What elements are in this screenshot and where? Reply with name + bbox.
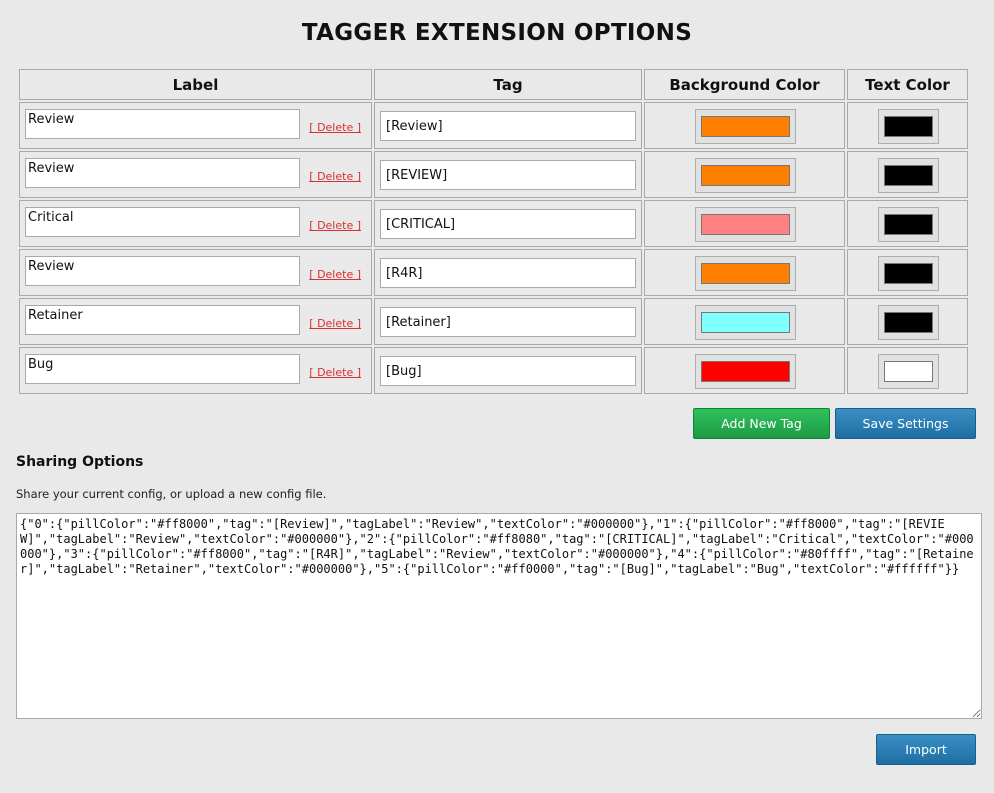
text-color-swatch: [884, 165, 933, 186]
tag-input[interactable]: [380, 160, 636, 190]
tag-cell: [374, 102, 642, 149]
background-color-swatch: [701, 214, 790, 235]
text-color-swatch: [884, 263, 933, 284]
delete-link[interactable]: [ Delete ]: [309, 170, 361, 183]
text-color-swatch: [884, 116, 933, 137]
background-color-cell: [644, 249, 845, 296]
tags-table: Label Tag Background Color Text Color [ …: [17, 67, 970, 396]
background-color-cell: [644, 102, 845, 149]
table-header-row: Label Tag Background Color Text Color: [19, 69, 968, 100]
text-color-picker[interactable]: [878, 109, 939, 144]
background-color-picker[interactable]: [695, 109, 796, 144]
table-row: [ Delete ]: [19, 249, 968, 296]
tag-input[interactable]: [380, 258, 636, 288]
table-row: [ Delete ]: [19, 151, 968, 198]
background-color-picker[interactable]: [695, 305, 796, 340]
table-row: [ Delete ]: [19, 102, 968, 149]
text-color-swatch: [884, 361, 933, 382]
table-row: [ Delete ]: [19, 298, 968, 345]
delete-link[interactable]: [ Delete ]: [309, 219, 361, 232]
tag-cell: [374, 347, 642, 394]
background-color-cell: [644, 151, 845, 198]
label-input[interactable]: [25, 354, 300, 384]
header-background-color: Background Color: [644, 69, 845, 100]
label-cell: [ Delete ]: [19, 102, 372, 149]
label-cell: [ Delete ]: [19, 151, 372, 198]
header-tag: Tag: [374, 69, 642, 100]
text-color-cell: [847, 298, 968, 345]
tag-cell: [374, 151, 642, 198]
background-color-swatch: [701, 116, 790, 137]
sharing-options-heading: Sharing Options: [16, 454, 144, 470]
background-color-picker[interactable]: [695, 354, 796, 389]
text-color-picker[interactable]: [878, 256, 939, 291]
text-color-cell: [847, 347, 968, 394]
label-cell: [ Delete ]: [19, 347, 372, 394]
label-input[interactable]: [25, 305, 300, 335]
text-color-swatch: [884, 214, 933, 235]
text-color-cell: [847, 151, 968, 198]
config-textarea[interactable]: {"0":{"pillColor":"#ff8000","tag":"[Revi…: [16, 513, 982, 719]
add-new-tag-button[interactable]: Add New Tag: [693, 408, 830, 439]
text-color-picker[interactable]: [878, 158, 939, 193]
tag-cell: [374, 249, 642, 296]
text-color-picker[interactable]: [878, 354, 939, 389]
text-color-picker[interactable]: [878, 207, 939, 242]
label-cell: [ Delete ]: [19, 298, 372, 345]
background-color-swatch: [701, 361, 790, 382]
tag-input[interactable]: [380, 356, 636, 386]
background-color-picker[interactable]: [695, 256, 796, 291]
label-input[interactable]: [25, 207, 300, 237]
label-input[interactable]: [25, 109, 300, 139]
tag-cell: [374, 298, 642, 345]
save-settings-button[interactable]: Save Settings: [835, 408, 976, 439]
tag-cell: [374, 200, 642, 247]
delete-link[interactable]: [ Delete ]: [309, 268, 361, 281]
header-label: Label: [19, 69, 372, 100]
background-color-swatch: [701, 312, 790, 333]
background-color-picker[interactable]: [695, 207, 796, 242]
label-input[interactable]: [25, 158, 300, 188]
background-color-cell: [644, 298, 845, 345]
text-color-cell: [847, 249, 968, 296]
label-input[interactable]: [25, 256, 300, 286]
text-color-swatch: [884, 312, 933, 333]
delete-link[interactable]: [ Delete ]: [309, 121, 361, 134]
label-cell: [ Delete ]: [19, 249, 372, 296]
text-color-cell: [847, 102, 968, 149]
tag-input[interactable]: [380, 111, 636, 141]
background-color-cell: [644, 200, 845, 247]
table-row: [ Delete ]: [19, 200, 968, 247]
text-color-picker[interactable]: [878, 305, 939, 340]
delete-link[interactable]: [ Delete ]: [309, 366, 361, 379]
background-color-swatch: [701, 165, 790, 186]
header-text-color: Text Color: [847, 69, 968, 100]
table-row: [ Delete ]: [19, 347, 968, 394]
page-title: TAGGER EXTENSION OPTIONS: [301, 20, 693, 46]
delete-link[interactable]: [ Delete ]: [309, 317, 361, 330]
tag-input[interactable]: [380, 307, 636, 337]
background-color-cell: [644, 347, 845, 394]
tag-input[interactable]: [380, 209, 636, 239]
label-cell: [ Delete ]: [19, 200, 372, 247]
text-color-cell: [847, 200, 968, 247]
sharing-description: Share your current config, or upload a n…: [16, 487, 327, 501]
background-color-swatch: [701, 263, 790, 284]
import-button[interactable]: Import: [876, 734, 976, 765]
background-color-picker[interactable]: [695, 158, 796, 193]
